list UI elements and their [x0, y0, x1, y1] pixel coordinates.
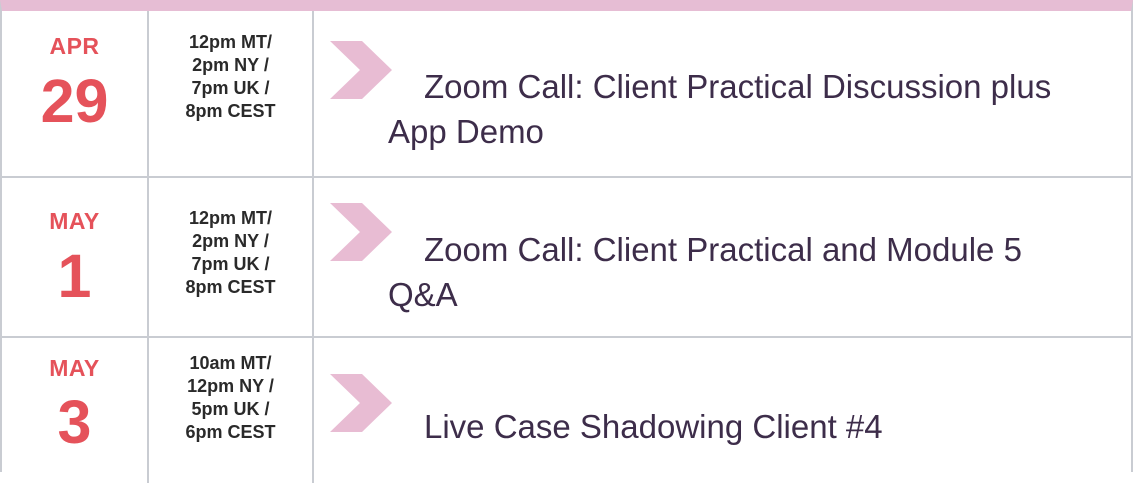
event-month: MAY [49, 208, 100, 234]
schedule-row: APR 29 12pm MT/ 2pm NY / 7pm UK / 8pm CE… [2, 11, 1131, 178]
event-cell: Live Case Shadowing Client #4 [314, 338, 1131, 483]
event-cell: Zoom Call: Client Practical Discussion p… [314, 11, 1131, 176]
date-cell: MAY 1 [2, 178, 149, 336]
time-cell: 12pm MT/ 2pm NY / 7pm UK / 8pm CEST [149, 178, 314, 336]
event-day: 1 [57, 242, 92, 310]
time-line: 7pm UK / [191, 254, 270, 274]
schedule-row: MAY 3 10am MT/ 12pm NY / 5pm UK / 6pm CE… [2, 338, 1131, 483]
date-cell: APR 29 [2, 11, 149, 176]
chevron-right-icon [330, 203, 392, 261]
schedule-row: MAY 1 12pm MT/ 2pm NY / 7pm UK / 8pm CES… [2, 178, 1131, 338]
chevron-right-icon [330, 41, 392, 99]
time-line: 10am MT/ [189, 353, 272, 373]
time-line: 12pm NY / [187, 376, 274, 396]
time-line: 12pm MT/ [188, 208, 272, 228]
event-title-continued: Q&A [388, 276, 458, 313]
time-line: 7pm UK / [191, 78, 270, 98]
event-title: Live Case Shadowing Client #4 [424, 408, 883, 445]
time-line: 8pm CEST [185, 277, 276, 297]
time-line: 6pm CEST [185, 422, 276, 442]
time-line: 12pm MT/ [188, 32, 272, 52]
event-cell: Zoom Call: Client Practical and Module 5… [314, 178, 1131, 336]
event-month: MAY [49, 355, 100, 381]
event-day: 3 [57, 388, 92, 456]
date-cell: MAY 3 [2, 338, 149, 483]
event-day: 29 [40, 67, 109, 135]
event-schedule-table: APR 29 12pm MT/ 2pm NY / 7pm UK / 8pm CE… [0, 0, 1133, 483]
time-cell: 12pm MT/ 2pm NY / 7pm UK / 8pm CEST [149, 11, 314, 176]
time-line: 2pm NY / [192, 55, 269, 75]
time-cell: 10am MT/ 12pm NY / 5pm UK / 6pm CEST [149, 338, 314, 483]
event-month: APR [49, 33, 100, 59]
time-line: 2pm NY / [192, 231, 269, 251]
event-title-continued: App Demo [388, 113, 544, 150]
chevron-right-icon [330, 374, 392, 432]
time-line: 5pm UK / [191, 399, 270, 419]
event-title: Zoom Call: Client Practical Discussion p… [424, 68, 1052, 105]
time-line: 8pm CEST [185, 101, 276, 121]
event-title: Zoom Call: Client Practical and Module 5 [424, 231, 1022, 268]
